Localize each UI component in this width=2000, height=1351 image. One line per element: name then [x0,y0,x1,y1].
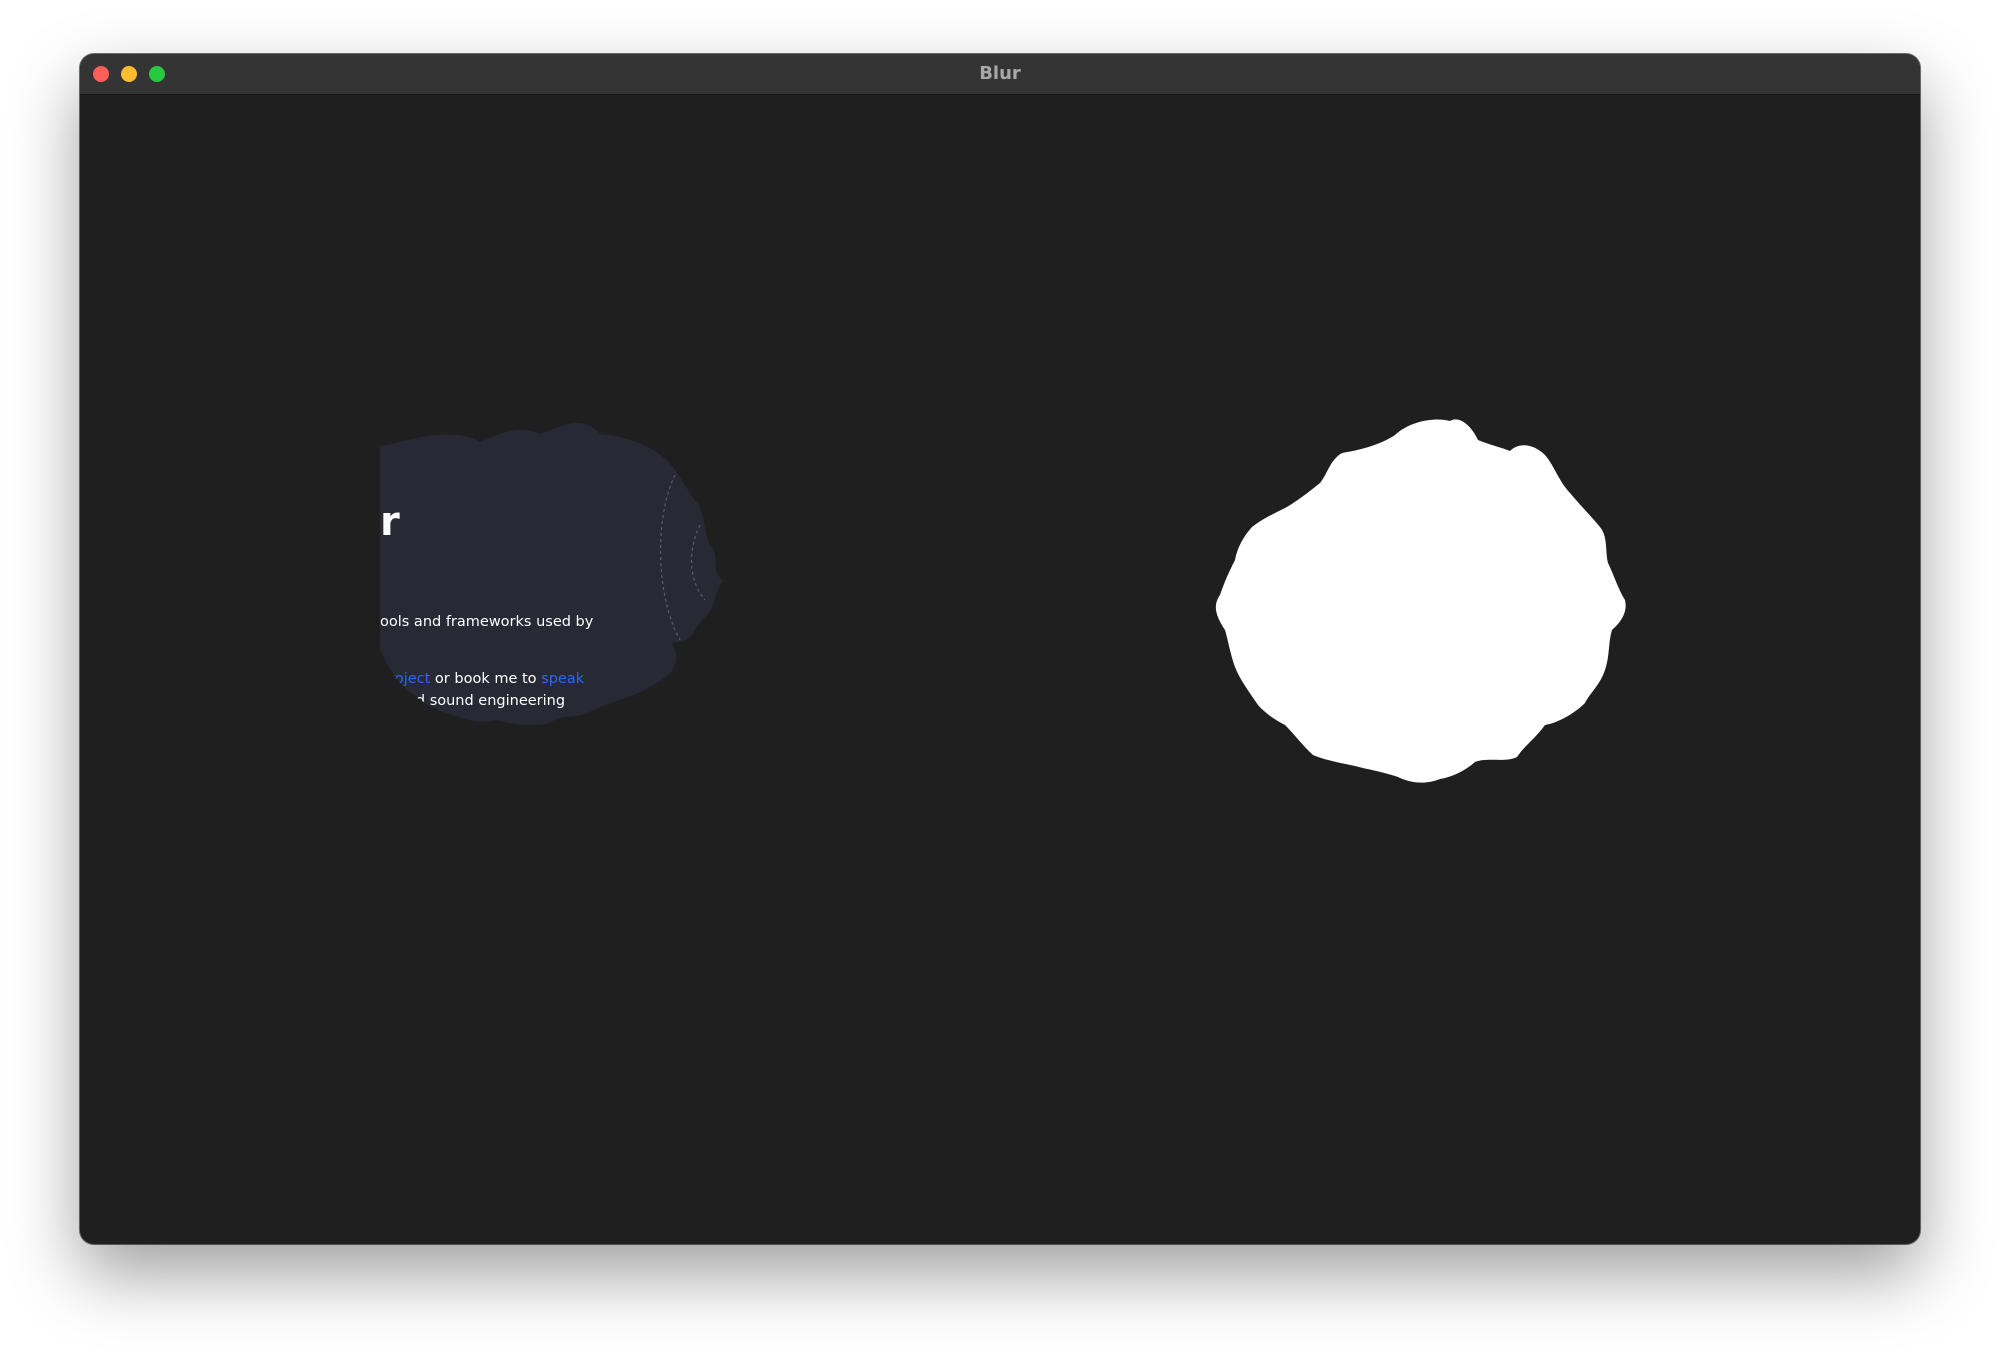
title-bar[interactable]: Blur [80,54,1920,95]
app-window: Blur r ools and frameworks used by proje… [80,54,1920,1244]
right-blob-body [1215,419,1626,783]
window-title: Blur [979,63,1021,84]
right-blob-shape [1215,419,1626,783]
window-content: r ools and frameworks used by project or… [80,95,1920,1244]
